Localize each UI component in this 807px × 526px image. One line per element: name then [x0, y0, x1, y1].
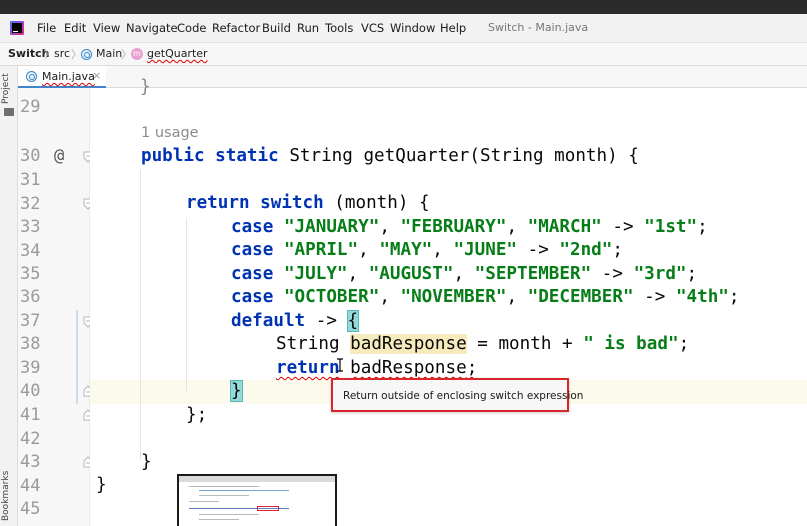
menu-code[interactable]: Code [177, 21, 206, 35]
method-signature: public static String getQuarter(String m… [141, 146, 639, 166]
menu-refactor[interactable]: Refactor [212, 21, 260, 35]
window-title: Switch - Main.java [488, 21, 589, 34]
line-number: 29 [20, 97, 41, 117]
tab-main-java[interactable]: Main.java × [18, 66, 106, 88]
menu-help[interactable]: Help [440, 21, 466, 35]
method-icon: m [131, 48, 143, 60]
menu-navigate[interactable]: Navigate [126, 21, 178, 35]
menu-build[interactable]: Build [262, 21, 291, 35]
usage-hint[interactable]: 1 usage [141, 125, 199, 141]
line-number: 38 [20, 334, 41, 354]
code-line: } [96, 475, 107, 495]
line-number: 34 [20, 241, 41, 261]
folder-icon[interactable] [4, 108, 14, 116]
menu-run[interactable]: Run [297, 21, 319, 35]
code-line: } [140, 77, 151, 97]
menu-view[interactable]: View [93, 21, 120, 35]
change-marker [76, 310, 78, 404]
code-line: } [230, 380, 243, 402]
line-number: 37 [20, 311, 41, 331]
error-message: Return outside of enclosing switch expre… [343, 390, 584, 402]
project-tool-button[interactable]: Project [1, 73, 11, 104]
line-number: 45 [20, 499, 41, 519]
case-line: case "APRIL", "MAY", "JUNE" -> "2nd"; [231, 240, 623, 260]
case-line: case "JANUARY", "FEBRUARY", "MARCH" -> "… [231, 217, 708, 237]
return-switch-line: return switch (month) { [186, 193, 430, 213]
menu-window[interactable]: Window [390, 21, 435, 35]
indent-guide [186, 218, 187, 392]
menu-vcs[interactable]: VCS [361, 21, 384, 35]
text-cursor-icon [337, 358, 343, 372]
override-marker-icon[interactable]: @ [54, 146, 64, 166]
code-editor[interactable]: } 1 usage public static String getQuarte… [90, 77, 807, 526]
line-number: 33 [20, 217, 41, 237]
default-line: default -> { [231, 310, 360, 332]
line-number: 32 [20, 194, 41, 214]
line-number: 42 [20, 429, 41, 449]
preview-thumbnail [177, 474, 337, 526]
case-line: case "OCTOBER", "NOVEMBER", "DECEMBER" -… [231, 287, 740, 307]
breadcrumb-src[interactable]: src [54, 47, 70, 60]
indent-guide [140, 170, 141, 460]
code-line: }; [186, 405, 208, 425]
menu-file[interactable]: File [37, 21, 56, 35]
editor-tab-bar: Main.java × [18, 66, 807, 88]
window-top-bar [0, 0, 807, 14]
intellij-logo-icon [10, 21, 24, 35]
line-number: 43 [20, 452, 41, 472]
line-number: 39 [20, 358, 41, 378]
line-number: 44 [20, 476, 41, 496]
menu-bar: File Edit View Navigate Code Refactor Bu… [0, 14, 807, 42]
return-line: return badResponse; [276, 358, 478, 378]
error-tooltip: Return outside of enclosing switch expre… [331, 378, 583, 412]
line-number: 30 [20, 146, 41, 166]
line-number: 41 [20, 405, 41, 425]
menu-tools[interactable]: Tools [325, 21, 353, 35]
case-line: case "JULY", "AUGUST", "SEPTEMBER" -> "3… [231, 264, 698, 284]
line-number: 31 [20, 170, 41, 190]
line-gutter[interactable]: 29 30 31 32 33 34 35 36 37 38 39 40 41 4… [18, 88, 93, 526]
left-tool-strip: Project Bookmarks [0, 66, 18, 526]
breadcrumb-class[interactable]: Main [96, 47, 122, 60]
breadcrumb-method[interactable]: getQuarter [147, 47, 208, 60]
breadcrumb: Switch 〉 src 〉 Main 〉 m getQuarter [0, 42, 807, 66]
code-line: } [141, 452, 152, 472]
close-icon[interactable]: × [92, 69, 101, 82]
java-class-icon [81, 49, 92, 60]
tab-label: Main.java [42, 70, 95, 83]
line-number: 35 [20, 264, 41, 284]
var-declaration-line: String badResponse = month + " is bad"; [276, 334, 690, 354]
line-number: 36 [20, 287, 41, 307]
java-class-icon [26, 71, 37, 82]
line-number: 40 [20, 381, 41, 401]
bookmarks-tool-button[interactable]: Bookmarks [1, 471, 11, 521]
menu-edit[interactable]: Edit [64, 21, 86, 35]
